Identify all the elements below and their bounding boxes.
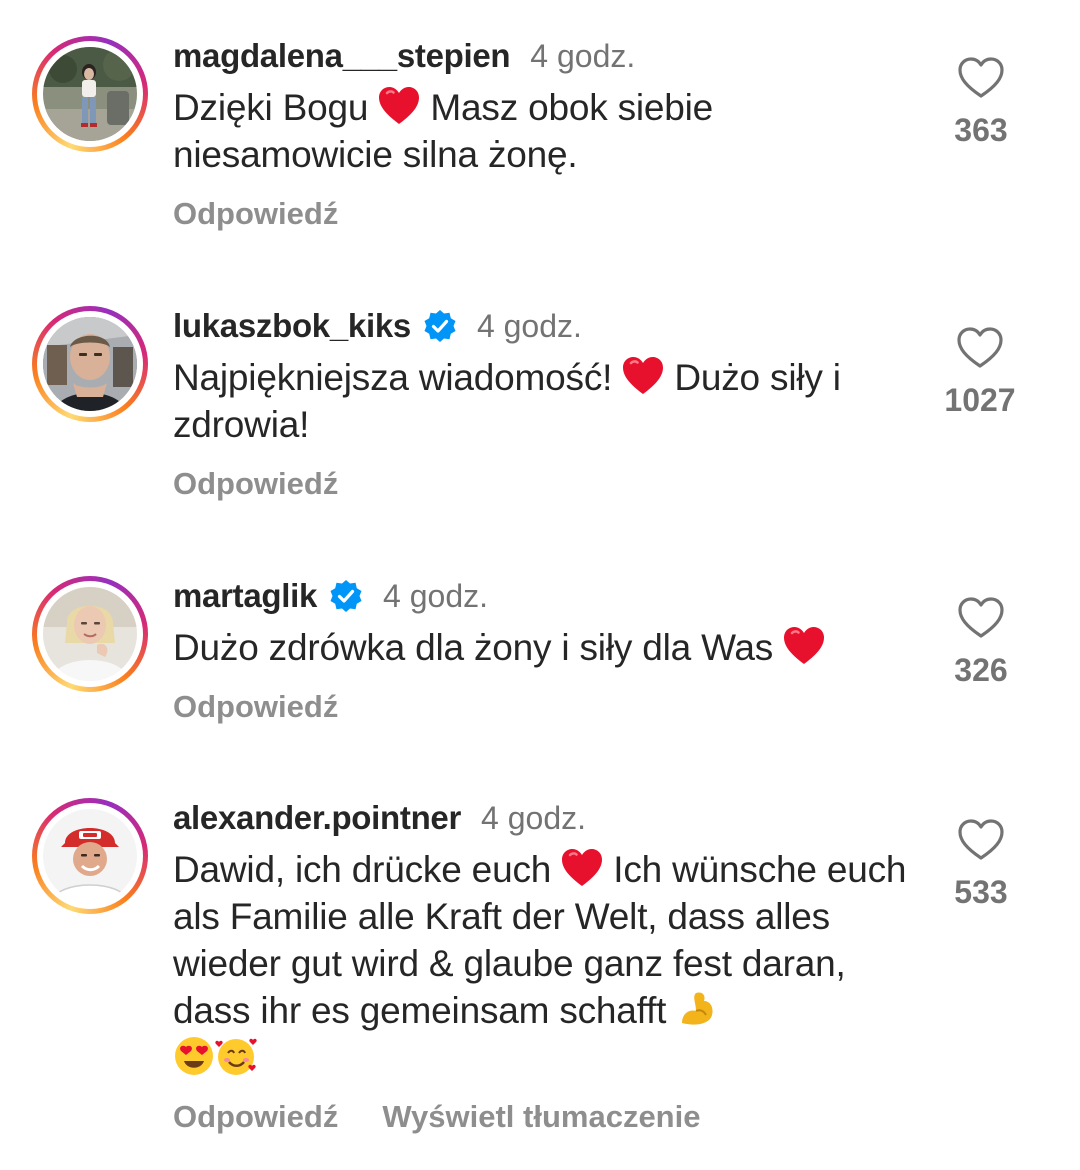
comment-text: Najpiękniejsza wiadomość! Dużo siły i zd… bbox=[173, 356, 841, 445]
smiling-face-with-hearts-emoji bbox=[215, 1038, 257, 1075]
avatar-story-ring[interactable] bbox=[32, 36, 148, 152]
verified-badge-icon bbox=[329, 579, 363, 613]
avatar[interactable] bbox=[43, 587, 137, 681]
comment-username[interactable]: alexander.pointner bbox=[173, 799, 461, 837]
heart-outline-icon[interactable] bbox=[957, 56, 1005, 100]
red-heart-emoji bbox=[378, 86, 420, 126]
red-heart-emoji bbox=[561, 848, 603, 888]
like-count: 1027 bbox=[944, 382, 1016, 418]
comment-username[interactable]: magdalena___stepien bbox=[173, 37, 511, 75]
avatar-story-ring[interactable] bbox=[32, 576, 148, 692]
comment-username[interactable]: lukaszbok_kiks bbox=[173, 307, 411, 345]
heart-outline-icon[interactable] bbox=[957, 596, 1005, 640]
reply-button[interactable]: Odpowiedź bbox=[173, 689, 338, 725]
translate-button[interactable]: Wyświetl tłumaczenie bbox=[382, 1099, 700, 1135]
like-count: 533 bbox=[954, 874, 1008, 910]
avatar-story-ring[interactable] bbox=[32, 306, 148, 422]
comment-text: Dawid, ich drücke euch Ich wünsche euch … bbox=[173, 846, 913, 1081]
avatar[interactable] bbox=[43, 47, 137, 141]
heart-outline-icon[interactable] bbox=[956, 326, 1004, 370]
avatar[interactable] bbox=[43, 317, 137, 411]
comment-time: 4 godz. bbox=[481, 799, 586, 836]
comment-text: Dzięki Bogu Masz obok siebie niesamowici… bbox=[173, 86, 714, 175]
reply-button[interactable]: Odpowiedź bbox=[173, 466, 338, 502]
comment-time: 4 godz. bbox=[383, 577, 488, 614]
avatar[interactable] bbox=[43, 809, 137, 903]
comment-time: 4 godz. bbox=[530, 37, 636, 74]
avatar-story-ring[interactable] bbox=[32, 798, 148, 914]
red-heart-emoji bbox=[622, 356, 664, 396]
verified-badge-icon bbox=[423, 309, 457, 343]
comment-time: 4 godz. bbox=[476, 307, 582, 344]
reply-button[interactable]: Odpowiedź bbox=[173, 1099, 338, 1135]
comment-text: Dużo zdrówka dla żony i siły dla Was bbox=[173, 624, 913, 671]
red-heart-emoji bbox=[783, 626, 825, 666]
comment-username[interactable]: martaglik bbox=[173, 577, 317, 615]
flexed-biceps-emoji bbox=[682, 992, 713, 1025]
like-count: 326 bbox=[954, 652, 1008, 688]
heart-eyes-emoji bbox=[175, 1037, 213, 1075]
like-count: 363 bbox=[954, 112, 1008, 148]
heart-outline-icon[interactable] bbox=[957, 818, 1005, 862]
reply-button[interactable]: Odpowiedź bbox=[173, 196, 338, 232]
